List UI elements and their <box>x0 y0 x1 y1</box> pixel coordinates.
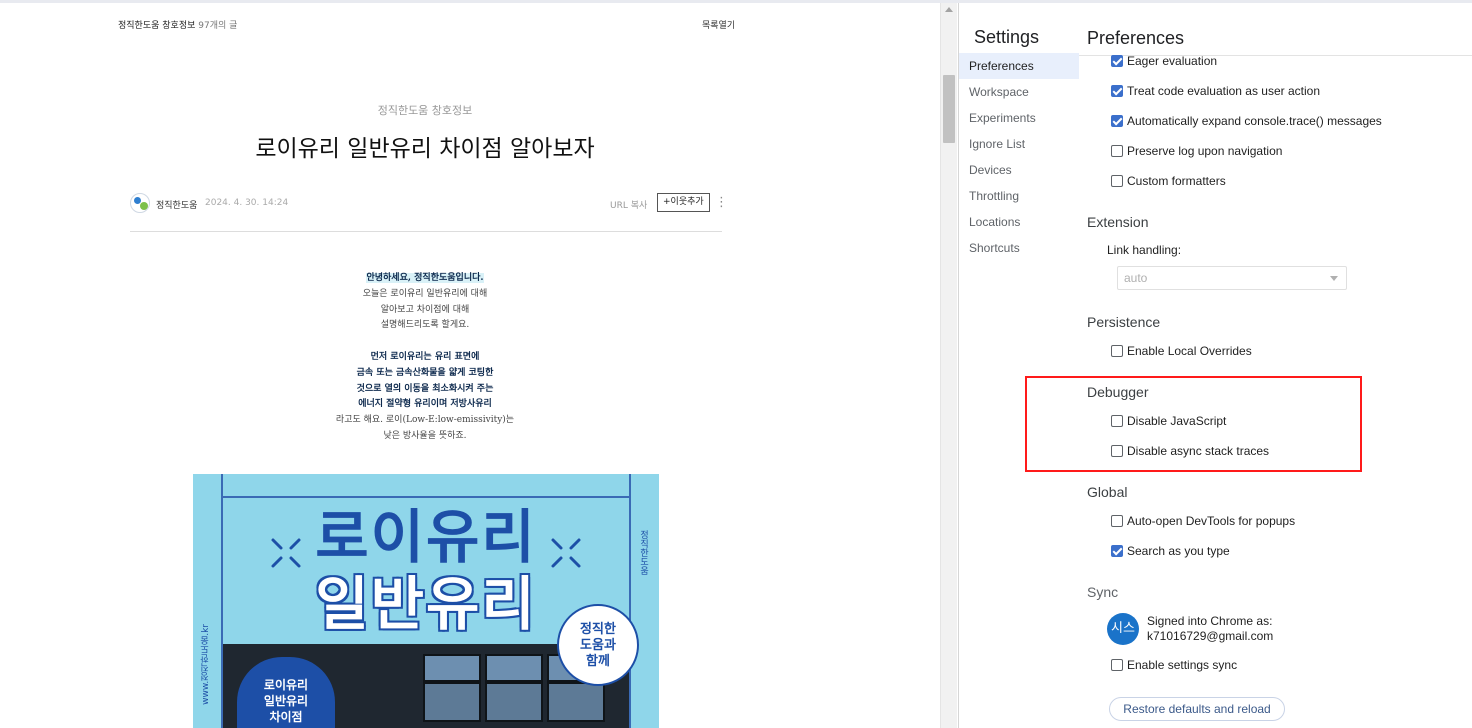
body-line: 오늘은 로이유리 일반유리에 대해 <box>362 288 488 299</box>
poster-url: www.정직한도움.kr <box>201 624 211 705</box>
nav-devices[interactable]: Devices <box>959 157 1079 183</box>
author-row: 정직한도움 2024. 4. 30. 14:24 URL 복사 +이웃추가 ⋮ <box>130 191 728 217</box>
checkbox[interactable] <box>1111 145 1123 157</box>
section-sync: Sync <box>1087 584 1119 600</box>
disable-javascript-option[interactable]: Disable JavaScript <box>1111 413 1226 429</box>
post-category[interactable]: 정직한도움 창호정보 <box>0 102 850 118</box>
avatar: 시스 <box>1107 613 1139 645</box>
blog-scrollbar[interactable] <box>940 3 957 728</box>
nav-workspace[interactable]: Workspace <box>959 79 1079 105</box>
nav-experiments[interactable]: Experiments <box>959 105 1079 131</box>
disable-async-stack-traces-option[interactable]: Disable async stack traces <box>1111 443 1269 459</box>
nav-throttling[interactable]: Throttling <box>959 183 1079 209</box>
chevron-down-icon <box>1330 276 1338 281</box>
body-line: 설명해드리도록 할게요. <box>380 320 470 331</box>
checkbox[interactable] <box>1111 175 1123 187</box>
restore-defaults-button[interactable]: Restore defaults and reload <box>1109 697 1285 721</box>
preserve-log-option[interactable]: Preserve log upon navigation <box>1111 143 1282 159</box>
link-handling-label: Link handling: <box>1107 243 1182 257</box>
section-persistence: Persistence <box>1087 314 1161 330</box>
post-title: 로이유리 일반유리 차이점 알아보자 <box>255 136 595 162</box>
author-avatar[interactable] <box>130 193 150 213</box>
poster-bubble: 정직한 도움과 함께 <box>557 604 639 686</box>
nav-shortcuts[interactable]: Shortcuts <box>959 235 1079 261</box>
search-as-you-type-option[interactable]: Search as you type <box>1111 543 1230 559</box>
blog-header-title[interactable]: 정직한도움 창호정보 <box>118 21 195 31</box>
url-copy-button[interactable]: URL 복사 <box>610 198 647 211</box>
checkbox[interactable] <box>1111 515 1123 527</box>
body-line: 낮은 방사율을 뜻하죠. <box>383 430 467 441</box>
add-neighbor-button[interactable]: +이웃추가 <box>657 193 710 212</box>
settings-nav: Preferences Workspace Experiments Ignore… <box>959 53 1079 261</box>
body-line: 것으로 열의 이동을 최소화시켜 주는 <box>356 383 494 394</box>
section-debugger: Debugger <box>1087 384 1149 400</box>
section-global: Global <box>1087 484 1128 500</box>
enable-settings-sync-option[interactable]: Enable settings sync <box>1111 657 1237 673</box>
body-line: 먼저 로이유리는 유리 표면에 <box>370 351 480 362</box>
nav-locations[interactable]: Locations <box>959 209 1079 235</box>
checkbox[interactable] <box>1111 445 1123 457</box>
blog-header-category[interactable]: 정직한도움 창호정보 97개의 글 <box>118 18 237 31</box>
body-line: 에너지 절약형 유리이며 저방사유리 <box>358 399 492 410</box>
body-line: 알아보고 차이점에 대해 <box>380 304 470 315</box>
title-divider <box>130 231 722 232</box>
post-date: 2024. 4. 30. 14:24 <box>205 198 289 208</box>
custom-formatters-option[interactable]: Custom formatters <box>1111 173 1226 189</box>
checkbox[interactable] <box>1111 85 1123 97</box>
blog-page: 정직한도움 창호정보 97개의 글 목록열기 정직한도움 창호정보 로이유리 일… <box>0 3 940 728</box>
enable-local-overrides-option[interactable]: Enable Local Overrides <box>1111 343 1252 359</box>
more-options-icon[interactable]: ⋮ <box>715 194 728 210</box>
nav-preferences[interactable]: Preferences <box>959 53 1079 79</box>
post-body: 안녕하세요, 정직한도움입니다. 오늘은 로이유리 일반유리에 대해 알아보고 … <box>0 271 850 445</box>
scroll-up-icon[interactable] <box>945 7 953 12</box>
post-hero-image[interactable]: 로이유리 일반유리 정직한도움 www.정직한도움.kr 정직한 도움과 함께 … <box>193 474 659 728</box>
section-extension: Extension <box>1087 214 1149 230</box>
auto-open-devtools-option[interactable]: Auto-open DevTools for popups <box>1111 513 1295 529</box>
checkbox[interactable] <box>1111 545 1123 557</box>
author-name[interactable]: 정직한도움 <box>156 198 197 211</box>
blog-header-count: 97개의 글 <box>198 21 238 31</box>
scrollbar-thumb[interactable] <box>943 75 955 143</box>
devtools-settings: Settings Preferences Workspace Experimen… <box>958 3 1472 728</box>
checkbox[interactable] <box>1111 55 1123 67</box>
checkbox[interactable] <box>1111 115 1123 127</box>
link-handling-select[interactable]: auto <box>1117 266 1347 290</box>
panel-title: Preferences <box>1087 28 1185 48</box>
treat-code-evaluation-option[interactable]: Treat code evaluation as user action <box>1111 83 1320 99</box>
checkbox[interactable] <box>1111 415 1123 427</box>
checkbox[interactable] <box>1111 659 1123 671</box>
sparkle-icon <box>271 538 301 568</box>
intro-line: 안녕하세요, 정직한도움입니다. <box>366 273 484 283</box>
settings-title: Settings <box>974 27 1040 47</box>
open-list-link[interactable]: 목록열기 <box>702 18 735 31</box>
body-line: 금속 또는 금속산화물을 얇게 코팅한 <box>356 367 494 378</box>
signed-in-info: Signed into Chrome as: k71016729@gmail.c… <box>1147 614 1274 643</box>
checkbox[interactable] <box>1111 345 1123 357</box>
poster-side-text: 정직한도움 <box>638 530 648 575</box>
body-line: 라고도 해요. 로이(Low-E:low-emissivity)는 <box>335 415 515 426</box>
screen: 정직한도움 창호정보 97개의 글 목록열기 정직한도움 창호정보 로이유리 일… <box>0 0 1472 728</box>
nav-ignore-list[interactable]: Ignore List <box>959 131 1079 157</box>
expand-console-trace-option[interactable]: Automatically expand console.trace() mes… <box>1111 113 1382 129</box>
eager-evaluation-option[interactable]: Eager evaluation <box>1111 53 1217 69</box>
sparkle-icon <box>551 538 581 568</box>
